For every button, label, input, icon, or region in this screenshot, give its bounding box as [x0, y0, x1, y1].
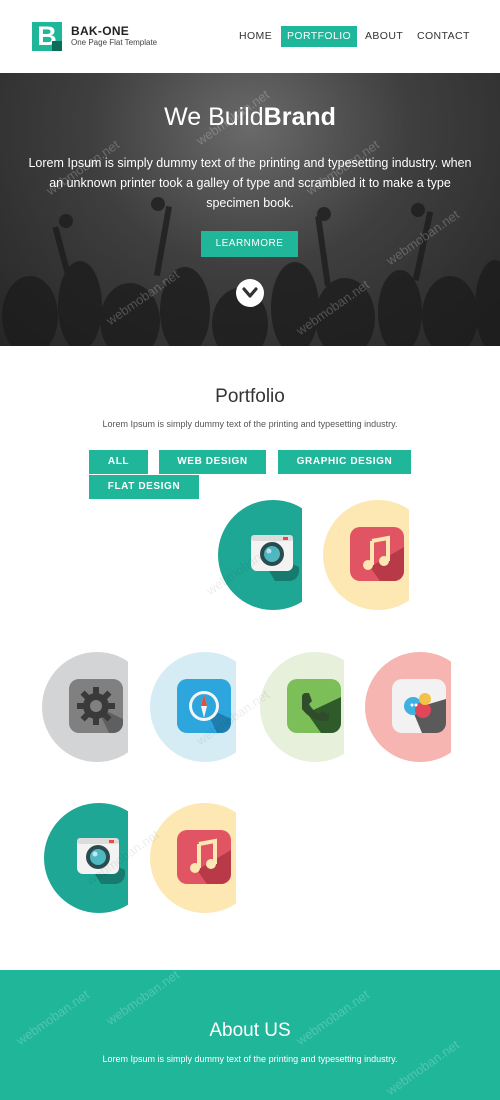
nav-portfolio[interactable]: PORTFOLIO [281, 26, 358, 47]
learn-more-button[interactable]: LEARNMORE [201, 231, 298, 257]
portfolio-subtitle: Lorem Ipsum is simply dummy text of the … [102, 419, 398, 429]
portfolio-item[interactable] [44, 803, 154, 913]
about-section: About US Lorem Ipsum is simply dummy tex… [0, 970, 500, 1100]
chevron-down-icon [242, 287, 258, 298]
site-header: B BAK-ONE One Page Flat Template HOME PO… [0, 0, 500, 73]
filter-all[interactable]: ALL [89, 450, 148, 474]
chat-icon [392, 679, 446, 733]
filter-web-design[interactable]: WEB DESIGN [159, 450, 266, 474]
portfolio-item[interactable] [150, 652, 260, 762]
nav-contact[interactable]: CONTACT [411, 26, 476, 47]
brand-name[interactable]: BAK-ONE [71, 24, 129, 38]
scroll-down-button[interactable] [236, 279, 264, 307]
portfolio-item[interactable] [42, 652, 152, 762]
portfolio-title: Portfolio [215, 386, 285, 407]
nav-about[interactable]: ABOUT [359, 26, 409, 47]
filter-graphic-design[interactable]: GRAPHIC DESIGN [278, 450, 411, 474]
music-icon [350, 527, 404, 581]
hero-description: Lorem Ipsum is simply dummy text of the … [28, 156, 472, 210]
about-subtitle: Lorem Ipsum is simply dummy text of the … [102, 1054, 398, 1064]
portfolio-item[interactable] [150, 803, 260, 913]
music-icon [177, 830, 231, 884]
phone-icon [287, 679, 341, 733]
compass-icon [177, 679, 231, 733]
portfolio-item[interactable] [323, 500, 433, 610]
portfolio-item[interactable] [365, 652, 475, 762]
hero-title: We BuildBrand [164, 103, 336, 131]
gear-icon [69, 679, 123, 733]
portfolio-item[interactable] [218, 500, 328, 610]
about-title: About US [209, 1020, 291, 1041]
camera-icon [245, 527, 299, 581]
brand-tagline: One Page Flat Template [71, 38, 158, 47]
portfolio-item[interactable] [260, 652, 370, 762]
nav-home[interactable]: HOME [233, 26, 278, 47]
filter-flat-design[interactable]: FLAT DESIGN [89, 475, 199, 499]
hero-banner: We BuildBrand Lorem Ipsum is simply dumm… [0, 73, 500, 346]
camera-icon [71, 830, 125, 884]
logo-icon[interactable]: B [32, 22, 62, 51]
